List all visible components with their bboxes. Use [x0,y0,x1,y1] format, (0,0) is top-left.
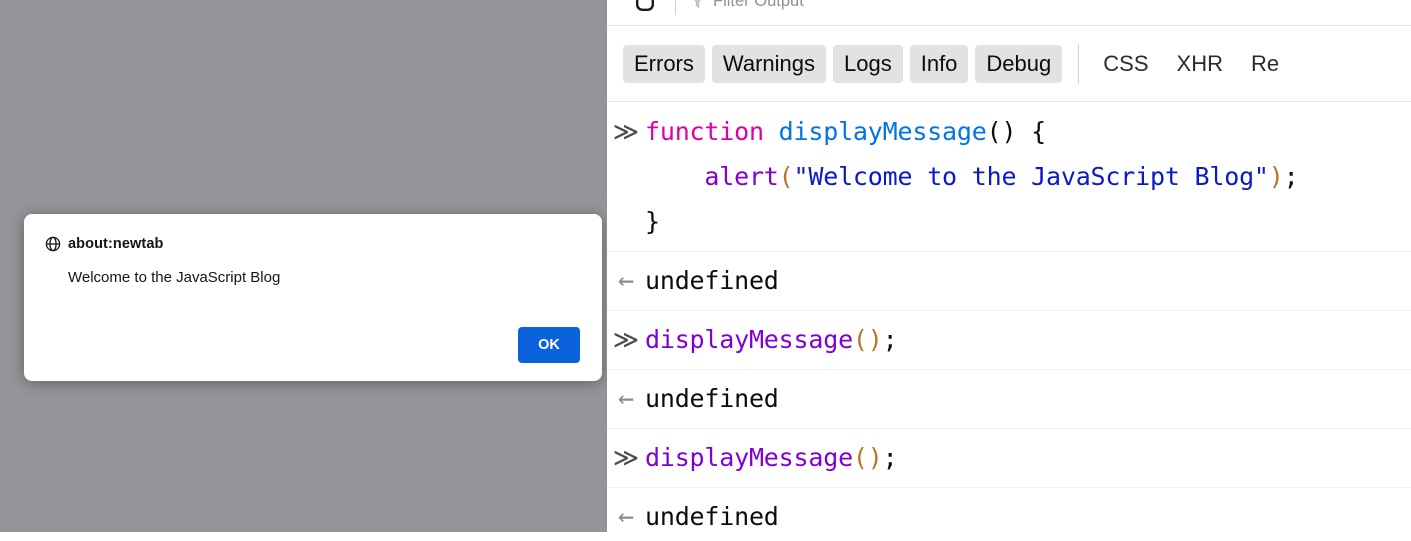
code-token: ( [778,162,794,191]
console-row-text: undefined [645,494,1411,539]
filter-debug-button[interactable]: Debug [975,44,1063,83]
console-input-row[interactable]: ≫ displayMessage(); [607,429,1411,488]
dialog-footer: OK [518,327,580,363]
console-toolbar [607,0,1411,26]
code-token: "Welcome to the JavaScript Blog" [793,162,1269,191]
code-token: ; [882,443,898,472]
console-result-row[interactable]: ← undefined [607,252,1411,311]
filter-css-button[interactable]: CSS [1093,45,1158,83]
filter-logs-button[interactable]: Logs [833,44,903,83]
code-token: ) [1268,162,1284,191]
dialog-body: Welcome to the JavaScript Blog [24,252,602,287]
toolbar-divider [675,0,676,15]
code-token: undefined [645,502,779,531]
code-token: ( [852,443,868,472]
result-arrow-icon: ← [617,501,635,532]
code-token: displayMessage [778,117,987,146]
screen-root: about:newtab Welcome to the JavaScript B… [0,0,1411,541]
console-result-row[interactable]: ← undefined [607,488,1411,541]
code-token: undefined [645,266,779,295]
result-arrow-icon: ← [617,383,635,414]
console-input-row[interactable]: ≫ function displayMessage() { alert("Welc… [607,103,1411,252]
prompt-chevron-icon: ≫ [612,443,640,472]
clear-console-button[interactable] [629,0,661,18]
code-token: displayMessage [645,325,853,354]
code-token: function [645,117,779,146]
funnel-icon [690,0,705,9]
filter-errors-button[interactable]: Errors [623,44,705,83]
console-row-text: displayMessage(); [645,317,1411,362]
console-row-text: undefined [645,376,1411,421]
code-token: displayMessage [645,443,853,472]
filter-xhr-button[interactable]: XHR [1167,45,1233,83]
filter-info-button[interactable]: Info [909,44,969,83]
page-background-strip [0,532,607,541]
code-token: ( [852,325,868,354]
code-token: } [645,207,660,236]
dialog-header: about:newtab [24,214,602,252]
console-input-row[interactable]: ≫ displayMessage(); [607,311,1411,370]
prompt-chevron-icon: ≫ [612,117,640,146]
code-token: ; [882,325,898,354]
code-token: ; [1283,162,1299,191]
globe-icon [45,236,61,252]
javascript-alert-dialog: about:newtab Welcome to the JavaScript B… [24,214,602,381]
code-token: alert [704,162,779,191]
code-token: undefined [645,384,779,413]
filter-group-divider [1078,43,1080,84]
console-row-text: undefined [645,258,1411,303]
ok-button[interactable]: OK [518,327,580,363]
filter-warnings-button[interactable]: Warnings [711,44,826,83]
console-result-row[interactable]: ← undefined [607,370,1411,429]
code-token: () { [986,117,1047,146]
prompt-chevron-icon: ≫ [612,325,640,354]
code-token: ) [867,443,883,472]
console-output-list[interactable]: ≫ function displayMessage() { alert("Welc… [607,103,1411,541]
result-arrow-icon: ← [617,265,635,296]
dialog-message-text: Welcome to the JavaScript Blog [68,269,281,286]
trash-icon [634,0,656,17]
filter-re-button[interactable]: Re [1241,45,1289,83]
console-row-text: function displayMessage() { alert("Welco… [645,109,1411,244]
dialog-origin-label: about:newtab [68,236,164,252]
filter-output-field[interactable] [690,0,1411,16]
console-filter-bar: Errors Warnings Logs Info Debug CSS XHR Re [607,26,1411,102]
devtools-console-panel: ErrorsWarningsLogsInfoDebugCSSXHRRe ≫fun… [607,0,1411,541]
code-token: ) [867,325,883,354]
console-row-text: displayMessage(); [645,435,1411,480]
filter-output-input[interactable] [713,0,1013,11]
